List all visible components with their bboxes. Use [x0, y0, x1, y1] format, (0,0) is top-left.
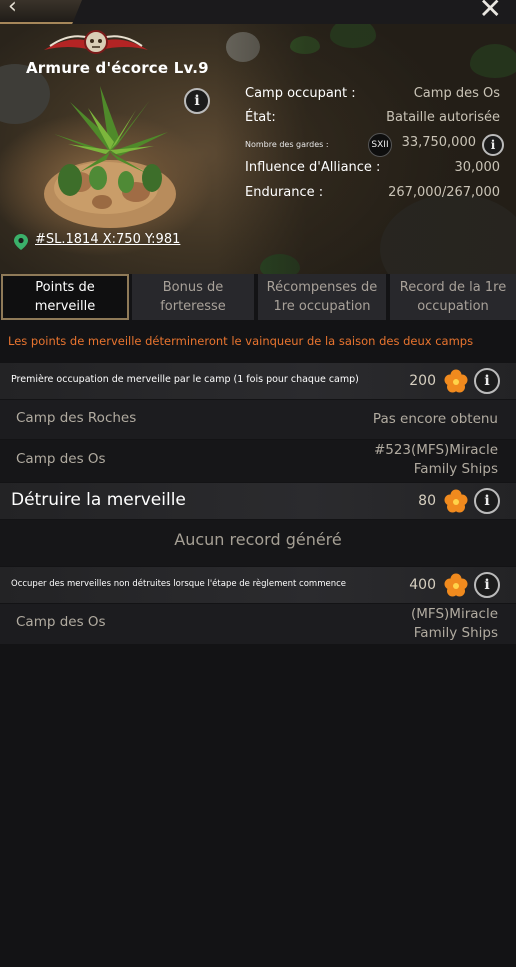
tab-label: Récompenses de 1re occupation: [266, 280, 378, 314]
camp-status: Pas encore obtenu: [372, 411, 498, 427]
back-button[interactable]: ‹: [0, 0, 82, 24]
camp-row: Camp des Os #523(MFS)Miracle Family Ship…: [0, 440, 516, 482]
tab-label: Bonus de forteresse: [160, 280, 226, 314]
points-value: 400: [409, 577, 436, 593]
wonder-point-icon: [444, 573, 468, 597]
guard-count-value: 33,750,000: [401, 135, 476, 150]
tab-first-occupation-rewards[interactable]: Récompenses de 1re occupation: [258, 274, 386, 320]
endurance-value: 267,000/267,000: [388, 185, 500, 200]
stat-label: État:: [245, 110, 276, 125]
section-label: Détruire la merveille: [11, 490, 186, 510]
section-label: Occuper des merveilles non détruites lor…: [11, 579, 347, 589]
no-record-message: Aucun record généré: [174, 530, 342, 549]
building-title: Armure d'écorce Lv.9: [26, 59, 209, 77]
building-illustration: [44, 86, 176, 228]
tab-label: Record de la 1re occupation: [399, 280, 507, 314]
tab-fortress-bonus[interactable]: Bonus de forteresse: [132, 274, 254, 320]
location-pin-icon: [14, 234, 28, 250]
camp-status: #523(MFS)Miracle Family Ships: [373, 442, 498, 477]
guard-tier-badge: SXII: [368, 133, 392, 157]
points-section-header: Occuper des merveilles non détruites lor…: [0, 567, 516, 603]
wonder-point-icon: [444, 489, 468, 513]
coordinates-text[interactable]: #SL.1814 X:750 Y:981: [35, 232, 180, 247]
top-bar: ‹ ✕: [0, 0, 516, 25]
guards-info-icon[interactable]: i: [482, 134, 504, 156]
camp-name: Camp des Os: [16, 614, 106, 630]
wonder-point-icon: [444, 369, 468, 393]
wonder-emblem-icon: [44, 30, 148, 54]
chevron-left-icon: ‹: [8, 0, 17, 19]
stat-label: Nombre des gardes :: [245, 140, 329, 149]
section-info-icon[interactable]: i: [474, 368, 500, 394]
tab-first-occupation-record[interactable]: Record de la 1re occupation: [390, 274, 516, 320]
camp-status: (MFS)Miracle Family Ships: [411, 606, 498, 641]
close-icon[interactable]: ✕: [479, 0, 502, 25]
season-notice: Les points de merveille détermineront le…: [8, 334, 474, 348]
camp-row: Camp des Roches Pas encore obtenu: [0, 400, 516, 439]
empty-record-row: Aucun record généré: [0, 520, 516, 566]
points-value: 80: [418, 493, 436, 509]
alliance-influence-value: 30,000: [454, 160, 501, 175]
points-section-header: Première occupation de merveille par le …: [0, 363, 516, 399]
state-value: Bataille autorisée: [386, 110, 500, 125]
tab-label: Points de merveille: [34, 280, 96, 314]
section-info-icon[interactable]: i: [474, 572, 500, 598]
camp-name: Camp des Roches: [16, 410, 137, 426]
stat-label: Endurance :: [245, 185, 324, 200]
points-section-header: Détruire la merveille 80 i: [0, 483, 516, 519]
camp-name: Camp des Os: [16, 451, 106, 467]
section-info-icon[interactable]: i: [474, 488, 500, 514]
tab-wonder-points[interactable]: Points de merveille: [1, 274, 129, 320]
building-scene: Armure d'écorce Lv.9 i Camp occupant : C…: [0, 24, 516, 274]
section-label: Première occupation de merveille par le …: [11, 374, 359, 385]
points-value: 200: [409, 373, 436, 389]
stat-label: Camp occupant :: [245, 86, 356, 101]
stat-label: Influence d'Alliance :: [245, 160, 381, 175]
camp-row: Camp des Os (MFS)Miracle Family Ships: [0, 604, 516, 644]
occupying-camp-value: Camp des Os: [413, 86, 500, 101]
building-info-icon[interactable]: i: [184, 88, 210, 114]
tab-bar: Points de merveille Bonus de forteresse …: [0, 274, 516, 322]
